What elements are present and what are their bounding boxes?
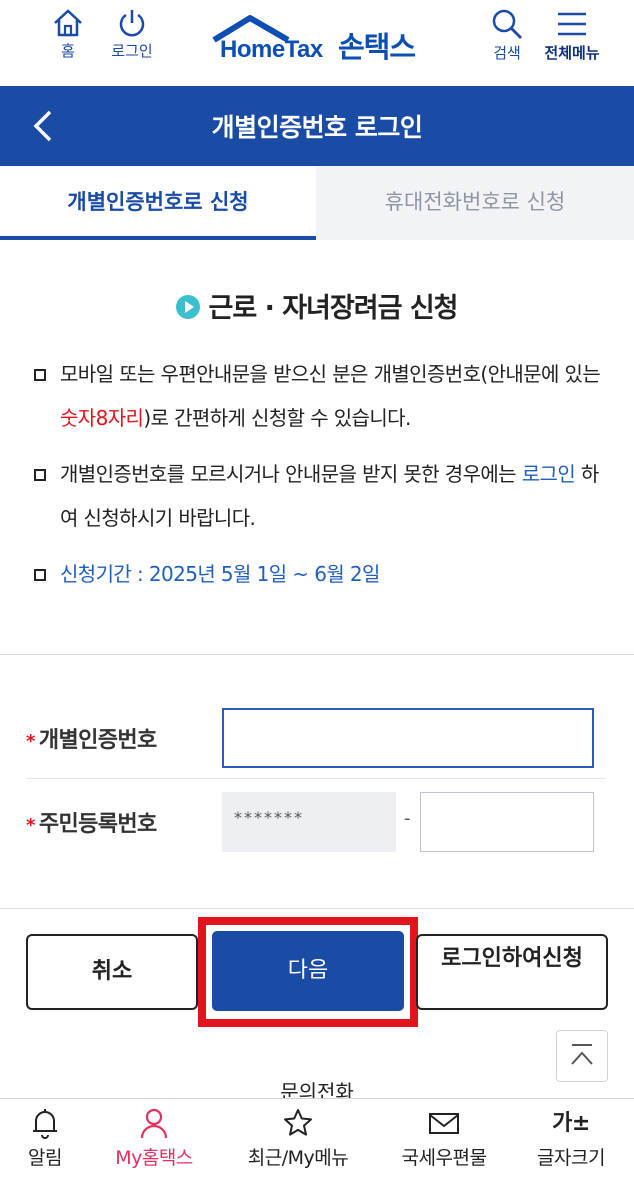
info-item-mobile: 모바일 또는 우편안내문을 받으신 분은 개별인증번호(안내문에 있는 숫자8자… (34, 352, 614, 440)
bottom-nav: 알림 My홈택스 최근/My메뉴 국세우편물 가± 글자크기 (0, 1098, 634, 1181)
tab-phone-number[interactable]: 휴대전화번호로 신청 (316, 166, 634, 240)
search-icon (492, 9, 522, 39)
nav-tax-mail[interactable]: 국세우편물 (390, 1107, 498, 1170)
bullet-square-icon (34, 469, 46, 481)
home-icon (54, 9, 82, 37)
search-label: 검색 (493, 44, 521, 62)
page-title: 개별인증번호 로그인 (211, 113, 423, 142)
cancel-button[interactable]: 취소 (26, 934, 198, 1010)
nav-recent-menu[interactable]: 최근/My메뉴 (236, 1107, 360, 1170)
hamburger-icon (558, 12, 586, 36)
home-label: 홈 (61, 42, 75, 60)
required-mark: * (26, 815, 35, 836)
divider (0, 654, 634, 655)
cert-number-label: * 개별인증번호 (26, 728, 157, 753)
login-apply-button[interactable]: 로그인하여신청 (416, 934, 608, 1010)
cert-number-input[interactable] (222, 708, 594, 768)
bell-icon (33, 1109, 57, 1139)
tab-bar: 개별인증번호로 신청 휴대전화번호로 신청 (0, 166, 634, 240)
top-header: 홈 로그인 HomeTax 손택스 검색 전체메뉴 (0, 0, 634, 86)
nav-font-size[interactable]: 가± 글자크기 (526, 1107, 616, 1170)
info-item-period: 신청기간 : 2025년 5월 1일 ~ 6월 2일 (34, 552, 614, 596)
login-link[interactable]: 로그인 (522, 462, 576, 486)
home-button[interactable]: 홈 (46, 8, 90, 61)
logo-text-ko: 손택스 (338, 30, 416, 64)
section-title: 근로 · 자녀장려금 신청 (0, 286, 634, 325)
highlight-8-digits: 숫자8자리 (60, 406, 144, 430)
next-button[interactable]: 다음 (212, 931, 404, 1011)
divider (0, 908, 634, 909)
full-menu-button[interactable]: 전체메뉴 (536, 8, 608, 63)
chevron-up-icon (571, 1044, 593, 1065)
star-icon (284, 1109, 312, 1136)
nav-notifications[interactable]: 알림 (20, 1107, 70, 1170)
info-item-login: 개별인증번호를 모르시거나 안내문을 받지 못한 경우에는 로그인 하여 신청하… (34, 452, 614, 540)
required-mark: * (26, 731, 35, 752)
person-icon (140, 1108, 168, 1139)
search-button[interactable]: 검색 (484, 8, 530, 63)
rrn-back-input[interactable] (420, 792, 594, 852)
power-icon (119, 10, 145, 37)
row-divider (26, 778, 606, 779)
rrn-front-field: ******* (222, 792, 396, 852)
scroll-top-button[interactable] (556, 1030, 608, 1082)
bullet-square-icon (34, 569, 46, 581)
bullet-square-icon (34, 369, 46, 381)
font-size-icon: 가± (552, 1111, 590, 1136)
application-period: 신청기간 : 2025년 5월 1일 ~ 6월 2일 (60, 562, 380, 586)
info-list: 모바일 또는 우편안내문을 받으신 분은 개별인증번호(안내문에 있는 숫자8자… (34, 352, 614, 608)
tab-cert-number[interactable]: 개별인증번호로 신청 (0, 166, 316, 240)
login-label: 로그인 (111, 42, 153, 60)
mail-icon (429, 1113, 459, 1134)
full-menu-label: 전체메뉴 (544, 44, 600, 62)
title-bar: 개별인증번호 로그인 (0, 86, 634, 166)
hometax-logo[interactable]: HomeTax 손택스 (210, 14, 430, 64)
login-button[interactable]: 로그인 (104, 8, 160, 61)
nav-my-hometax[interactable]: My홈택스 (104, 1107, 204, 1170)
play-circle-icon (176, 294, 201, 319)
section-title-text: 근로 · 자녀장려금 신청 (208, 293, 458, 324)
logo-text-en: HomeTax (220, 36, 323, 63)
rrn-dash: - (404, 808, 411, 829)
rrn-label: * 주민등록번호 (26, 812, 157, 837)
